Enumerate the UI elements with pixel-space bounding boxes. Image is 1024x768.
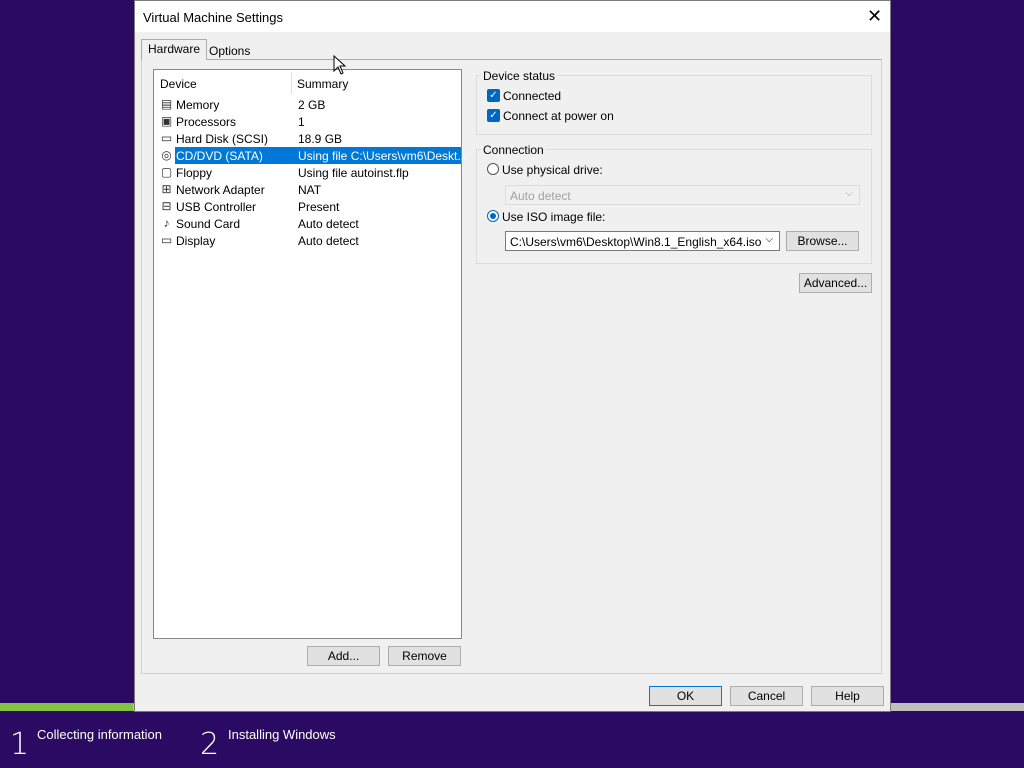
iso-image-label[interactable]: Use ISO image file: xyxy=(502,210,605,224)
connected-checkbox[interactable]: ✓ xyxy=(487,89,500,102)
physical-drive-radio[interactable] xyxy=(487,163,499,175)
processor-icon: ▣ xyxy=(160,114,173,128)
remove-button[interactable]: Remove xyxy=(388,646,461,666)
device-name: Network Adapter xyxy=(176,183,265,197)
network-adapter-icon: ⊞ xyxy=(161,182,172,196)
usb-controller-icon: ⊟ xyxy=(161,199,172,213)
mouse-pointer-icon xyxy=(333,55,347,75)
setup-progress-fill xyxy=(0,703,134,711)
device-row-processors[interactable]: ▣ Processors 1 xyxy=(156,113,460,130)
step-2-number: 2 xyxy=(200,727,220,762)
device-row-usb-controller[interactable]: ⊟ USB Controller Present xyxy=(156,198,460,215)
physical-drive-label[interactable]: Use physical drive: xyxy=(502,163,603,177)
hard-disk-icon: ▭ xyxy=(160,131,173,145)
device-summary: NAT xyxy=(298,183,322,197)
device-name: Display xyxy=(176,234,216,248)
device-row-cd-dvd-sata[interactable]: ◎ CD/DVD (SATA) Using file C:\Users\vm6\De… xyxy=(156,147,467,164)
dialog-title: Virtual Machine Settings xyxy=(143,10,283,25)
column-header-summary[interactable]: Summary xyxy=(297,77,348,91)
device-summary: Auto detect xyxy=(298,217,359,231)
physical-drive-value: Auto detect xyxy=(510,189,571,203)
chevron-down-icon: ⌵ xyxy=(845,188,853,199)
step-2-label: Installing Windows xyxy=(228,727,336,742)
iso-image-radio[interactable] xyxy=(487,210,499,222)
column-header-device[interactable]: Device xyxy=(160,77,197,91)
device-summary: Using file autoinst.flp xyxy=(298,166,409,180)
close-icon[interactable]: ✕ xyxy=(867,7,882,25)
physical-drive-select[interactable]: Auto detect ⌵ xyxy=(505,185,860,205)
floppy-icon: ▢ xyxy=(160,165,173,179)
device-summary: 18.9 GB xyxy=(298,132,343,146)
device-name: Floppy xyxy=(176,166,213,180)
memory-icon: ▤ xyxy=(160,97,173,111)
device-name: Processors xyxy=(176,115,237,129)
step-1-label: Collecting information xyxy=(37,727,163,742)
device-summary: Using file C:\Users\vm6\Deskt... xyxy=(298,149,468,163)
device-summary: Present xyxy=(298,200,340,214)
help-button[interactable]: Help xyxy=(811,686,884,706)
browse-button[interactable]: Browse... xyxy=(786,231,859,251)
connection-title: Connection xyxy=(481,143,546,157)
device-row-memory[interactable]: ▤ Memory 2 GB xyxy=(156,96,460,113)
device-row-network-adapter[interactable]: ⊞ Network Adapter NAT xyxy=(156,181,460,198)
device-summary: 1 xyxy=(298,115,305,129)
chevron-down-icon[interactable]: ⌵ xyxy=(765,234,773,245)
device-list[interactable]: Device Summary ▤ Memory 2 GB ▣ Processors 1 ▭ H… xyxy=(153,69,467,639)
sound-card-icon: ♪ xyxy=(163,216,170,230)
cd-dvd-icon: ◎ xyxy=(161,148,172,162)
display-icon: ▭ xyxy=(160,233,173,247)
device-row-hard-disk-scsi[interactable]: ▭ Hard Disk (SCSI) 18.9 GB xyxy=(156,130,460,147)
add-button[interactable]: Add... xyxy=(307,646,380,666)
connect-at-power-on-checkbox[interactable]: ✓ xyxy=(487,109,500,122)
device-row-display[interactable]: ▭ Display Auto detect xyxy=(156,232,460,249)
device-name: USB Controller xyxy=(176,200,257,214)
device-status-title: Device status xyxy=(481,69,558,83)
device-summary: 2 GB xyxy=(298,98,326,112)
device-name: Memory xyxy=(176,98,220,112)
cancel-button[interactable]: Cancel xyxy=(730,686,803,706)
column-separator[interactable] xyxy=(291,72,292,94)
device-name: Hard Disk (SCSI) xyxy=(176,132,269,146)
vm-settings-dialog: Virtual Machine Settings ✕ Hardware Opti… xyxy=(134,0,891,712)
title-bar[interactable]: Virtual Machine Settings ✕ xyxy=(135,1,890,32)
device-name: CD/DVD (SATA) xyxy=(176,149,263,163)
device-name: Sound Card xyxy=(176,217,241,231)
iso-path-value: C:\Users\vm6\Desktop\Win8.1_English_x64.… xyxy=(510,235,762,249)
advanced-button[interactable]: Advanced... xyxy=(799,273,872,293)
device-row-sound-card[interactable]: ♪ Sound Card Auto detect xyxy=(156,215,460,232)
tab-hardware[interactable]: Hardware xyxy=(141,39,208,60)
connect-at-power-on-label[interactable]: Connect at power on xyxy=(503,109,614,123)
device-status-group xyxy=(476,75,872,135)
iso-path-combo[interactable]: C:\Users\vm6\Desktop\Win8.1_English_x64.… xyxy=(505,231,780,251)
ok-button[interactable]: OK xyxy=(649,686,722,706)
step-1-number: 1 xyxy=(10,727,30,762)
device-row-floppy[interactable]: ▢ Floppy Using file autoinst.flp xyxy=(156,164,460,181)
device-summary: Auto detect xyxy=(298,234,359,248)
connected-label[interactable]: Connected xyxy=(503,89,561,103)
